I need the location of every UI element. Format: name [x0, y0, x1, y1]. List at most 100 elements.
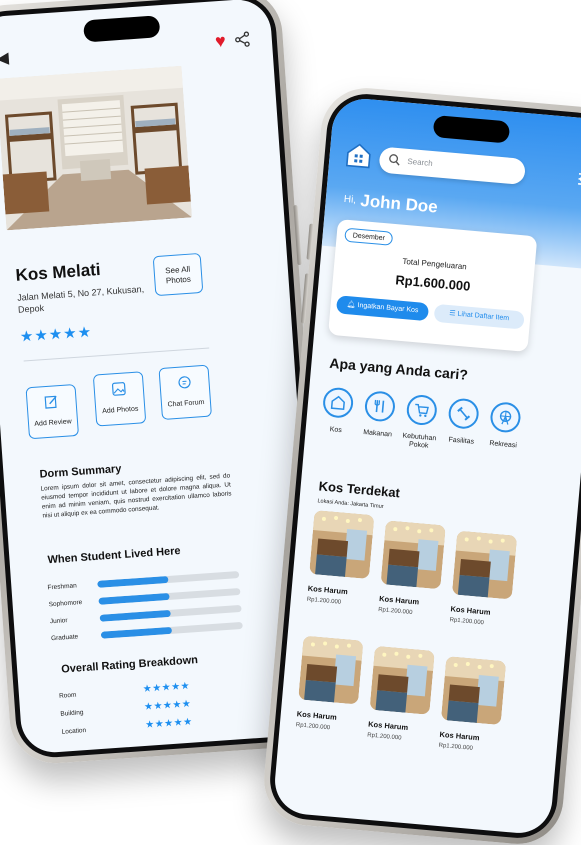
phone-left-volume-button	[293, 205, 302, 266]
search-icon	[389, 154, 400, 166]
divider	[23, 347, 210, 362]
kos-photo	[369, 645, 435, 715]
dorm-summary-title: Dorm Summary	[39, 462, 122, 481]
kos-photo	[380, 520, 446, 590]
kos-photo	[309, 510, 375, 580]
nearby-title: Kos Terdekat	[318, 478, 401, 501]
location-text: Lokasi Anda: Jakarta Timur	[317, 498, 384, 511]
category-label: Makanan	[362, 429, 393, 439]
bell-icon: 🔔︎	[346, 301, 358, 310]
see-all-photos-button[interactable]: See All Photos	[152, 252, 204, 297]
mockup-stage: ◀ ♥ Kos Melati Jalan Melati 5, No 27, Ku…	[0, 0, 581, 845]
view-list-label: Lihat Daftar Item	[457, 310, 510, 323]
lived-bar	[99, 604, 242, 622]
kos-card-price: Rp1.200.000	[295, 722, 331, 732]
kos-name: Kos Melati	[14, 259, 102, 285]
category-kos[interactable]: Kos	[315, 386, 359, 436]
category-fasilitas[interactable]: Fasilitas	[441, 397, 485, 447]
rating-label: Room	[58, 691, 77, 700]
kos-address: Jalan Melati 5, No 27, Kukusan, Depok	[16, 283, 145, 315]
kos-card-price: Rp1.200.000	[306, 596, 342, 606]
nearby-grid: Kos Harum Rp1.200.000 Kos Harum Rp1.200.…	[288, 510, 520, 787]
view-list-button[interactable]: ☰ Lihat Daftar Item	[433, 303, 525, 330]
add-review-label: Add Review	[34, 418, 72, 428]
lived-bar-fill	[99, 609, 171, 622]
rating-label: Building	[60, 709, 84, 718]
chat-forum-button[interactable]: Chat Forum	[158, 364, 212, 420]
category-rekreasi[interactable]: Rekreasi	[483, 401, 527, 451]
cart-icon	[415, 403, 429, 418]
category-label: Kebutuhan Pokok	[402, 432, 437, 450]
lived-label: Sophomore	[48, 599, 83, 609]
kos-card[interactable]: Kos Harum Rp1.200.000	[366, 645, 439, 744]
category-list: Kos Makanan Kebutuhan Pokok Fasilitas Re…	[313, 386, 529, 484]
add-review-button[interactable]: Add Review	[25, 383, 80, 440]
kos-card-name: Kos Harum	[439, 729, 480, 743]
heart-icon[interactable]: ♥	[214, 31, 226, 53]
ferris-wheel-icon	[499, 410, 512, 425]
kos-card-name: Kos Harum	[296, 709, 338, 722]
kos-card-name: Kos Harum	[367, 719, 409, 733]
lived-bar-fill	[98, 592, 170, 605]
rating-stars: ★★★★★	[19, 323, 93, 346]
lived-label: Junior	[49, 617, 68, 626]
kos-card-price: Rp1.200.000	[449, 617, 485, 627]
lived-label: Freshman	[47, 582, 77, 592]
phone-right-volume-button	[306, 223, 314, 260]
kos-card-name: Kos Harum	[450, 604, 491, 617]
dorm-room-photo[interactable]	[0, 65, 193, 231]
rating-label: Location	[61, 727, 87, 736]
kos-photo	[440, 656, 507, 726]
lived-bar	[97, 570, 240, 588]
remind-pay-button[interactable]: 🔔︎ Ingatkan Bayar Kos	[335, 295, 430, 322]
kos-card-name: Kos Harum	[378, 594, 420, 607]
kos-card[interactable]: Kos Harum Rp1.200.000	[378, 520, 450, 618]
filter-icon[interactable]	[576, 170, 581, 190]
phone-right-volume-button	[300, 273, 310, 324]
home-icon[interactable]	[345, 141, 373, 169]
lived-bar	[100, 621, 243, 639]
kos-card[interactable]: Kos Harum Rp1.200.000	[438, 656, 510, 754]
month-chip[interactable]: Desember	[344, 227, 394, 246]
chat-icon	[178, 376, 191, 389]
edit-icon	[44, 395, 57, 409]
lived-bar-fill	[100, 626, 173, 639]
back-icon[interactable]: ◀	[0, 48, 9, 69]
house-icon	[330, 395, 345, 411]
category-makanan[interactable]: Makanan	[357, 390, 401, 440]
rating-row-stars: ★★★★★	[143, 698, 192, 713]
kos-card-price: Rp1.200.000	[377, 606, 413, 616]
lived-title: When Student Lived Here	[47, 545, 181, 567]
category-label: Rekreasi	[489, 440, 518, 450]
rating-breakdown-title: Overall Rating Breakdown	[60, 654, 199, 676]
dumbbell-icon	[457, 406, 471, 421]
home-screen: Search Hi, John Doe Desember Total Penge…	[272, 96, 581, 836]
add-photos-button[interactable]: Add Photos	[92, 371, 147, 427]
search-question-title: Apa yang Anda cari?	[328, 354, 469, 383]
lived-bar	[98, 587, 241, 605]
rating-row-stars: ★★★★★	[144, 716, 193, 731]
action-buttons: Add Review Add Photos Chat Forum	[25, 364, 220, 449]
lived-label: Graduate	[50, 633, 79, 643]
kos-card[interactable]: Kos Harum Rp1.200.000	[449, 530, 521, 629]
cutlery-icon	[374, 399, 385, 413]
greeting-hi: Hi,	[343, 193, 357, 206]
share-icon[interactable]	[233, 30, 252, 49]
chat-forum-label: Chat Forum	[167, 398, 205, 409]
kos-card-price: Rp1.200.000	[438, 742, 474, 752]
kos-card[interactable]: Kos Harum Rp1.200.000	[295, 635, 368, 734]
lived-bar-fill	[97, 575, 169, 588]
detail-screen: ◀ ♥ Kos Melati Jalan Melati 5, No 27, Ku…	[0, 0, 321, 755]
category-label: Kos	[329, 426, 343, 435]
category-label: Fasilitas	[448, 436, 475, 446]
remind-pay-label: Ingatkan Bayar Kos	[357, 302, 419, 315]
kos-card-price: Rp1.200.000	[366, 732, 402, 742]
search-placeholder: Search	[407, 156, 434, 169]
kos-card-name: Kos Harum	[307, 583, 349, 597]
category-kebutuhan-pokok[interactable]: Kebutuhan Pokok	[398, 393, 443, 451]
image-icon	[111, 382, 126, 396]
kos-card[interactable]: Kos Harum Rp1.200.000	[307, 510, 379, 608]
kos-photo	[298, 635, 364, 705]
rating-row-stars: ★★★★★	[142, 680, 191, 695]
dorm-summary-text: Lorem ipsum dolor sit amet, consectetur …	[40, 472, 232, 520]
